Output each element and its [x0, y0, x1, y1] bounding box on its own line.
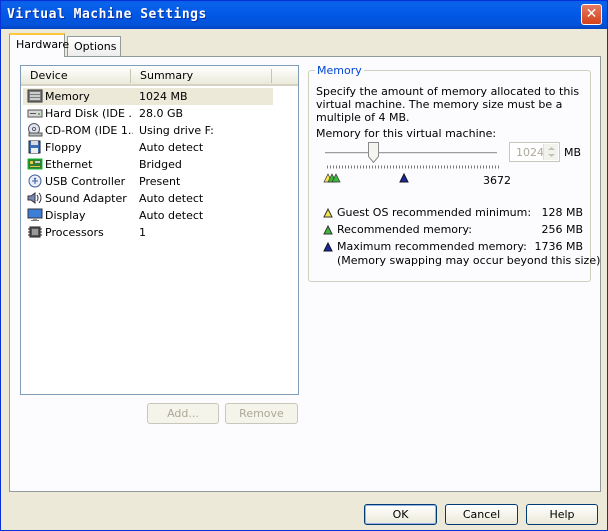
swap-note: (Memory swapping may occur beyond this s…	[337, 254, 601, 267]
device-row-display[interactable]: Display Auto detect	[23, 207, 273, 224]
ok-button[interactable]: OK	[364, 504, 437, 525]
sound-icon	[27, 192, 42, 204]
device-name: Hard Disk (IDE ...	[45, 107, 133, 120]
legend-label: Guest OS recommended minimum:	[337, 206, 532, 219]
memory-slider-track[interactable]	[325, 152, 497, 155]
title-bar[interactable]: Virtual Machine Settings ✕	[1, 1, 607, 29]
device-name: CD-ROM (IDE 1...	[45, 124, 133, 137]
memory-group: Memory Specify the amount of memory allo…	[308, 64, 600, 282]
column-header-summary[interactable]: Summary	[140, 69, 193, 82]
device-summary: Auto detect	[139, 192, 204, 205]
device-summary: 28.0 GB	[139, 107, 184, 120]
blue-triangle-icon	[323, 242, 333, 252]
window-title: Virtual Machine Settings	[7, 7, 207, 22]
legend-label: Recommended memory:	[337, 223, 472, 236]
yellow-triangle-icon	[323, 208, 333, 218]
list-header: Device Summary	[21, 66, 298, 86]
device-row-ethernet[interactable]: Ethernet Bridged	[23, 156, 273, 173]
display-icon	[27, 208, 43, 221]
column-header-device[interactable]: Device	[30, 69, 68, 82]
legend-recommended: Recommended memory: 256 MB	[323, 223, 583, 237]
column-separator[interactable]	[130, 69, 131, 83]
hardware-tab-panel: Device Summary Memory 1024 MB Hard Disk …	[9, 56, 601, 492]
legend-value: 256 MB	[541, 223, 583, 236]
memory-value: 1024	[516, 146, 544, 159]
processor-icon	[28, 226, 42, 238]
device-row-cdrom[interactable]: CD-ROM (IDE 1... Using drive F:	[23, 122, 273, 139]
slider-max-label: 3672	[483, 174, 511, 187]
memory-group-title: Memory	[315, 64, 364, 77]
help-button[interactable]: Help	[526, 504, 598, 525]
settings-window: Virtual Machine Settings ✕ Hardware Opti…	[0, 0, 608, 531]
legend-label: Maximum recommended memory:	[337, 240, 527, 253]
close-icon: ✕	[585, 6, 598, 22]
device-row-processors[interactable]: Processors 1	[23, 224, 273, 241]
memory-slider-thumb[interactable]	[368, 142, 379, 163]
memory-unit: MB	[564, 146, 582, 159]
close-button[interactable]: ✕	[581, 4, 602, 25]
memory-slider-ticks	[327, 165, 499, 169]
device-name: Ethernet	[45, 158, 93, 171]
legend-min: Guest OS recommended minimum: 128 MB	[323, 206, 583, 220]
hard-disk-icon	[27, 109, 43, 118]
tab-hardware[interactable]: Hardware	[9, 33, 69, 57]
green-triangle-icon	[323, 225, 333, 235]
memory-field-label: Memory for this virtual machine:	[316, 127, 497, 140]
device-summary: Using drive F:	[139, 124, 214, 137]
memory-spinbox[interactable]: 1024	[509, 142, 560, 162]
add-button[interactable]: Add...	[147, 403, 219, 424]
device-name: USB Controller	[45, 175, 126, 188]
legend-value: 128 MB	[541, 206, 583, 219]
device-name: Processors	[45, 226, 104, 239]
device-summary: Auto detect	[139, 141, 204, 154]
device-summary: Bridged	[139, 158, 182, 171]
memory-markers	[323, 172, 409, 183]
device-row-floppy[interactable]: Floppy Auto detect	[23, 139, 273, 156]
device-row-hard-disk[interactable]: Hard Disk (IDE ... 28.0 GB	[23, 105, 273, 122]
device-name: Memory	[45, 90, 90, 103]
device-name: Floppy	[45, 141, 82, 154]
remove-button[interactable]: Remove	[225, 403, 298, 424]
device-row-usb[interactable]: USB Controller Present	[23, 173, 273, 190]
device-row-sound[interactable]: Sound Adapter Auto detect	[23, 190, 273, 207]
floppy-icon	[28, 140, 41, 154]
usb-icon	[28, 174, 42, 188]
column-separator[interactable]	[271, 69, 272, 83]
device-name: Display	[45, 209, 86, 222]
spin-arrows-icon	[548, 147, 555, 157]
legend-max: Maximum recommended memory: 1736 MB	[323, 240, 583, 254]
legend-value: 1736 MB	[534, 240, 583, 253]
device-row-memory[interactable]: Memory 1024 MB	[23, 88, 273, 105]
tab-options[interactable]: Options	[67, 36, 121, 57]
memory-description: Specify the amount of memory allocated t…	[316, 85, 580, 124]
ethernet-icon	[27, 158, 43, 170]
device-name: Sound Adapter	[45, 192, 127, 205]
device-summary: Auto detect	[139, 209, 204, 222]
device-summary: 1	[139, 226, 146, 239]
device-list[interactable]: Device Summary Memory 1024 MB Hard Disk …	[20, 65, 299, 395]
memory-icon	[27, 89, 43, 103]
spin-arrows[interactable]	[543, 144, 558, 160]
cdrom-icon	[28, 123, 43, 137]
device-summary: 1024 MB	[139, 90, 188, 103]
cancel-button[interactable]: Cancel	[445, 504, 518, 525]
device-summary: Present	[139, 175, 181, 188]
